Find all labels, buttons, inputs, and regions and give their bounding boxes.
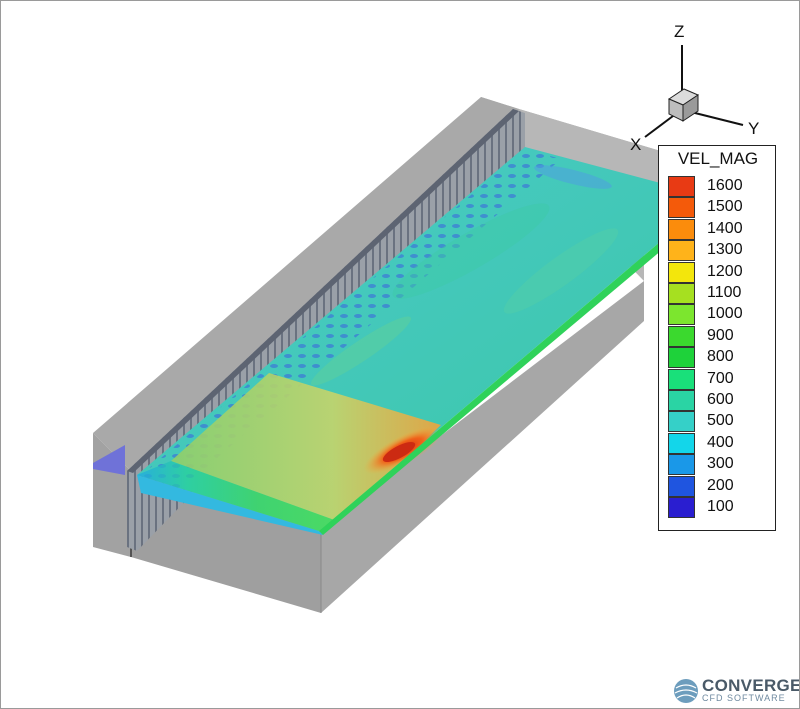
legend-swatch xyxy=(668,261,695,283)
legend-swatch xyxy=(668,368,695,390)
axis-triad xyxy=(644,45,744,138)
legend-label: 1500 xyxy=(707,198,743,216)
legend-label: 800 xyxy=(707,348,734,366)
legend-swatch xyxy=(668,240,695,262)
legend-label: 400 xyxy=(707,433,734,451)
legend-swatch xyxy=(668,176,695,197)
legend-label: 300 xyxy=(707,455,734,473)
logo-subtitle: CFD SOFTWARE xyxy=(702,693,786,703)
legend-swatch xyxy=(668,454,695,476)
legend-label: 700 xyxy=(707,369,734,387)
triad-cube xyxy=(667,88,700,122)
legend-label: 1600 xyxy=(707,177,743,194)
legend-label: 1100 xyxy=(707,284,742,301)
legend-swatch xyxy=(668,325,695,347)
legend-label: 600 xyxy=(707,391,734,408)
axis-label-z: Z xyxy=(674,22,685,41)
legend-label: 1000 xyxy=(707,305,743,323)
legend-title: VEL_MAG xyxy=(677,149,759,168)
legend-swatch xyxy=(668,283,695,304)
globe-icon xyxy=(674,679,698,703)
legend-swatch xyxy=(668,475,695,497)
legend-label: 1200 xyxy=(707,262,743,280)
legend-label: 100 xyxy=(707,498,734,515)
legend-swatch xyxy=(668,304,695,326)
converge-logo: CONVERGE CFD SOFTWARE xyxy=(673,676,799,706)
color-legend: VEL_MAG 1600 1500 1400 1300 1200 1100 1000 900 8… xyxy=(658,145,776,531)
axis-label-x: X xyxy=(630,135,642,154)
legend-swatch xyxy=(668,218,695,240)
legend-swatch xyxy=(668,497,695,518)
legend-label: 200 xyxy=(707,476,734,494)
legend-label: 1300 xyxy=(707,241,743,259)
legend-swatch xyxy=(668,411,695,433)
legend-swatch xyxy=(668,390,695,411)
legend-swatch xyxy=(668,347,695,369)
legend-swatch xyxy=(668,432,695,454)
legend-swatch xyxy=(668,197,695,219)
legend-label: 500 xyxy=(707,412,734,430)
legend-label: 900 xyxy=(707,326,734,344)
visualization-canvas: Z Y X VEL_MAG 1600 1500 1400 1300 1200 1100 10… xyxy=(0,0,800,709)
axis-label-y: Y xyxy=(748,119,760,138)
legend-label: 1400 xyxy=(707,219,743,237)
